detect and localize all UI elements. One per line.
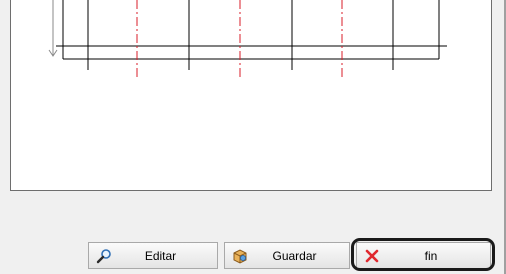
editar-button-label: Editar (144, 248, 177, 263)
dialog-window: Editar Guardar fin (0, 0, 506, 274)
magnifier-icon (96, 248, 112, 264)
guardar-button-label: Guardar (272, 248, 317, 263)
technical-drawing (48, 0, 447, 78)
editar-button[interactable]: Editar (88, 242, 218, 269)
save-box-icon (232, 248, 248, 264)
drawing-canvas (10, 0, 492, 191)
guardar-button[interactable]: Guardar (224, 242, 350, 269)
fin-button-highlight (351, 238, 495, 271)
